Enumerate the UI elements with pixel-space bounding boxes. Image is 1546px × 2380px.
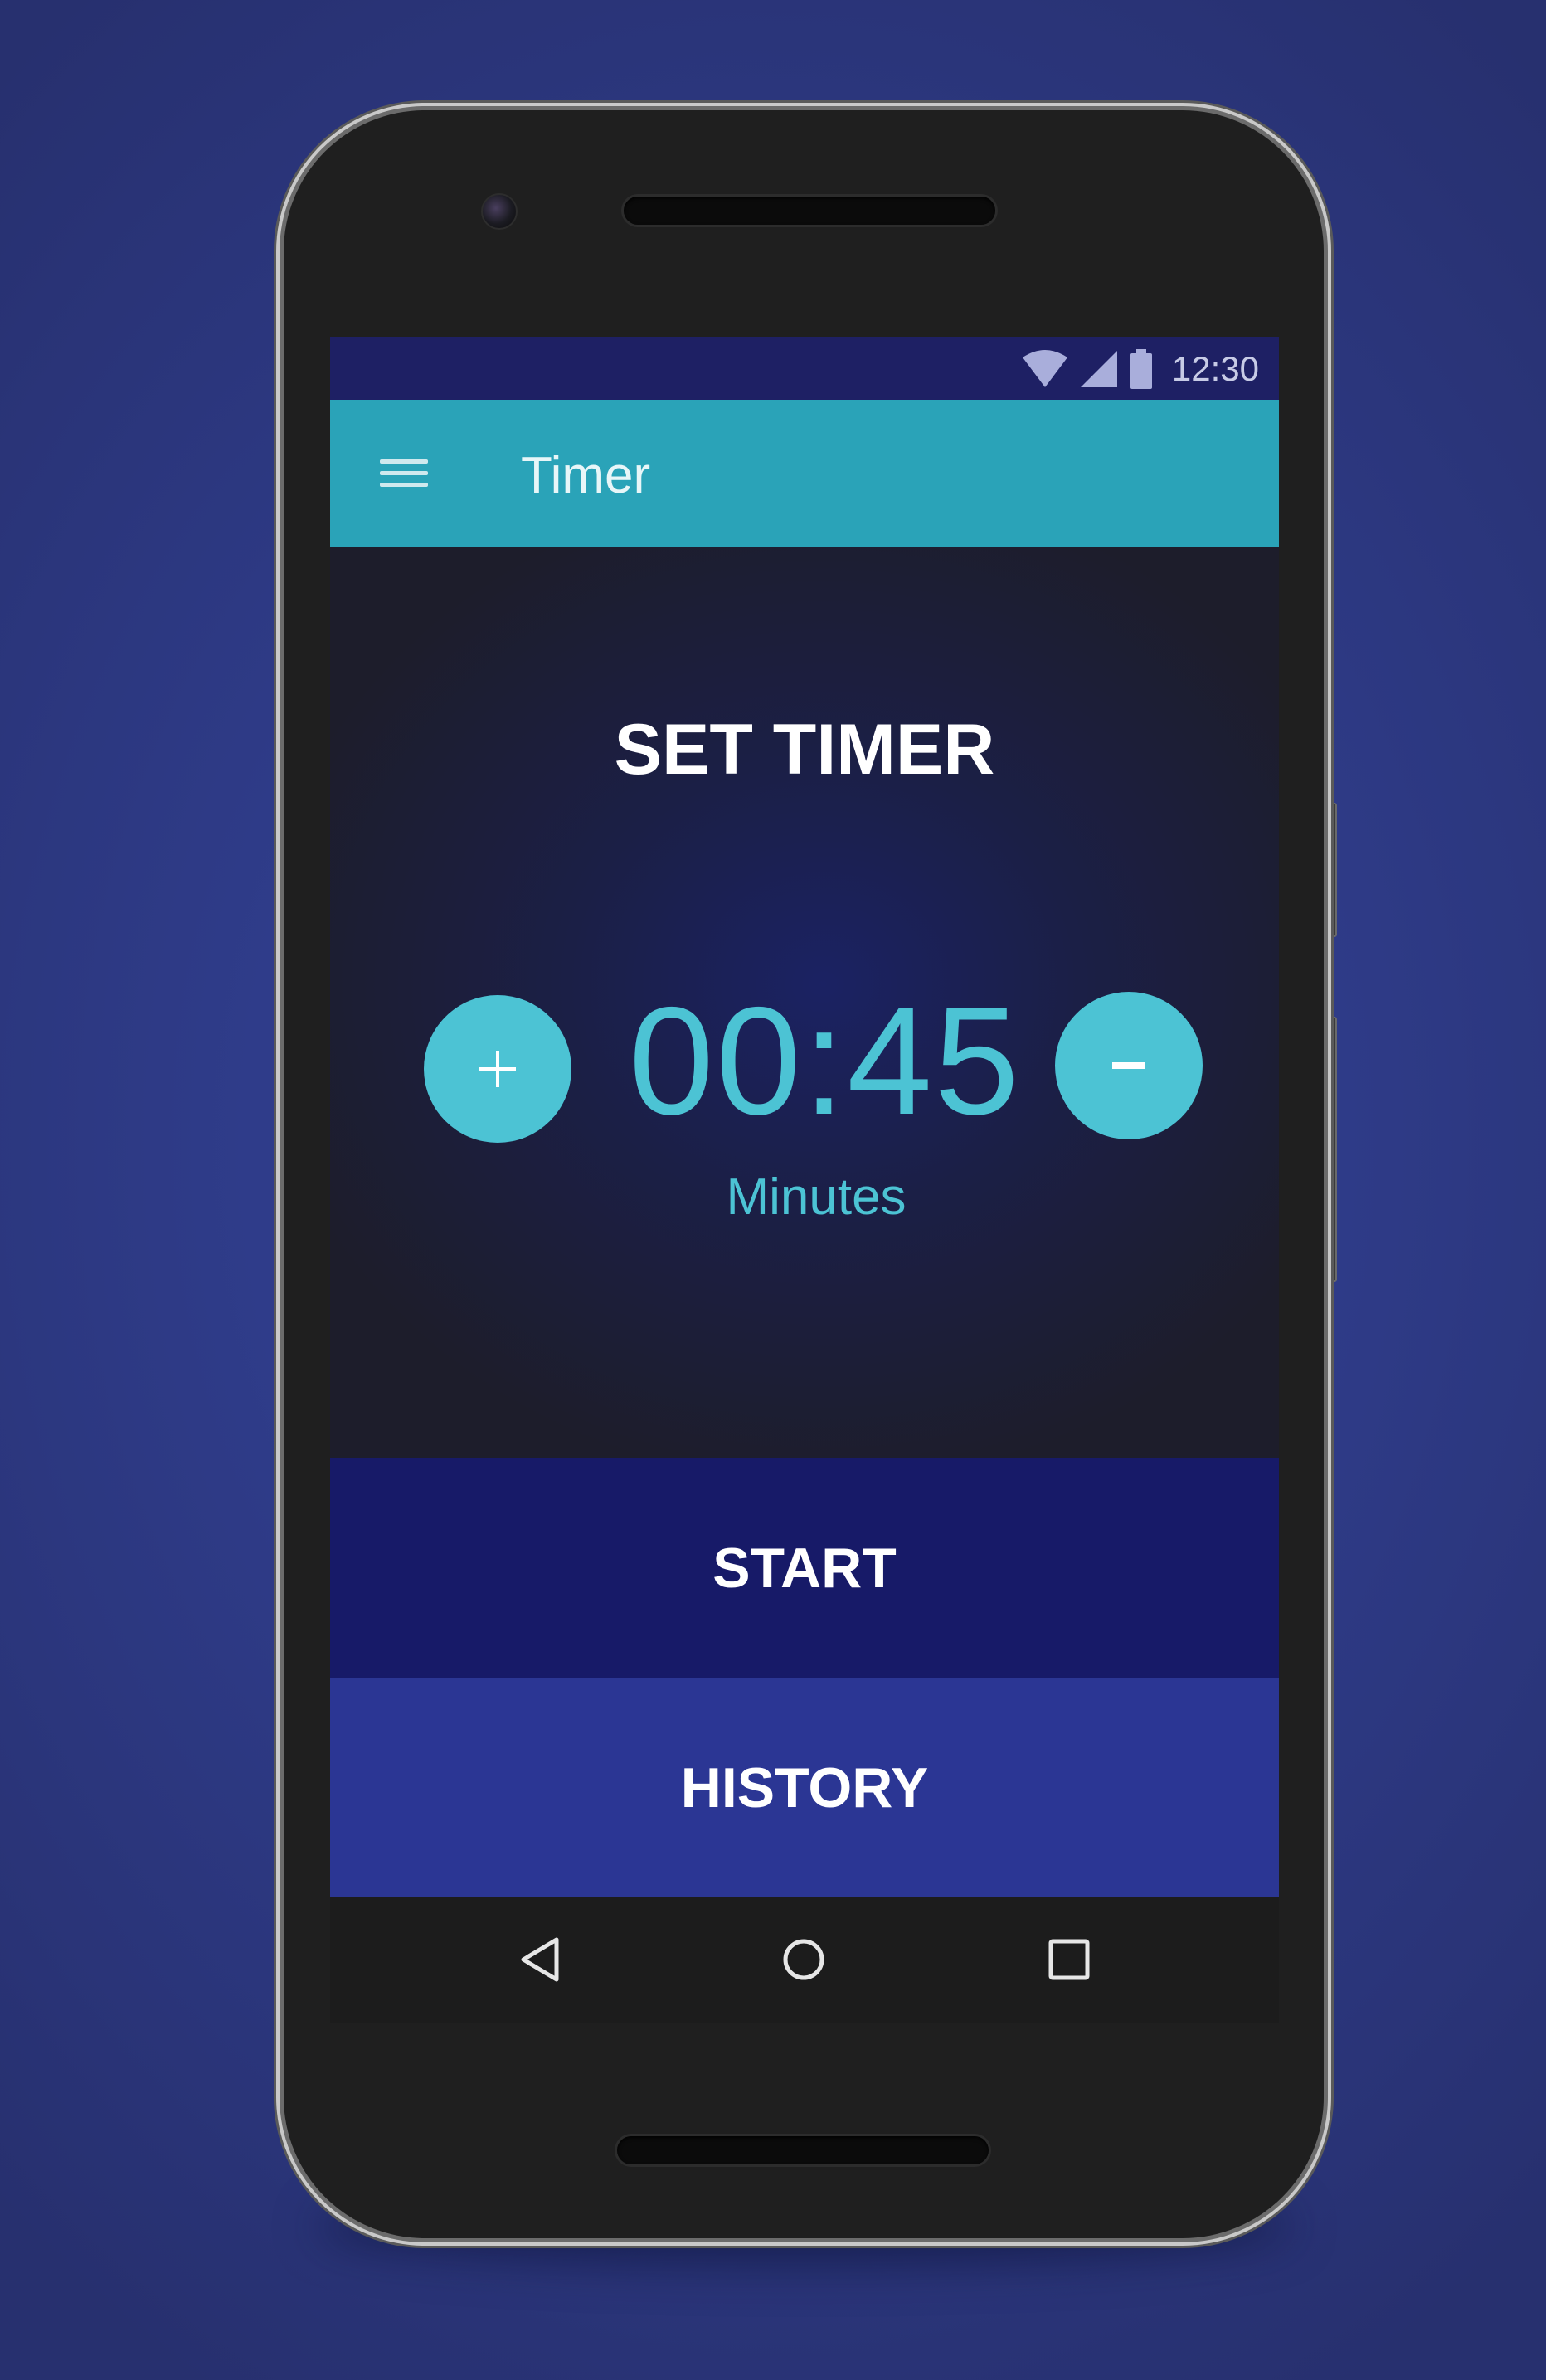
volume-button xyxy=(1324,1017,1337,1282)
back-triangle-icon[interactable] xyxy=(511,1931,569,1989)
power-button xyxy=(1324,803,1337,937)
app-bar: Timer xyxy=(330,400,1279,547)
timer-panel: SET TIMER 00:45 Minutes xyxy=(330,547,1279,1458)
minus-icon xyxy=(1112,1062,1145,1069)
signal-icon xyxy=(1080,351,1117,387)
wifi-icon xyxy=(1022,350,1067,387)
top-speaker xyxy=(624,197,995,225)
minutes-label: Minutes xyxy=(726,1168,907,1226)
plus-icon xyxy=(479,1051,516,1087)
start-button[interactable]: START xyxy=(330,1458,1279,1678)
screen: 12:30 Timer SET TIMER 00:45 Minutes STAR xyxy=(330,337,1279,2023)
history-button[interactable]: HISTORY xyxy=(330,1678,1279,1897)
status-icons: 12:30 xyxy=(1021,348,1259,390)
home-circle-icon[interactable] xyxy=(775,1931,833,1989)
hamburger-menu-icon[interactable] xyxy=(380,458,430,489)
recents-square-icon[interactable] xyxy=(1040,1931,1098,1989)
navigation-bar xyxy=(330,1897,1279,2023)
front-camera xyxy=(481,193,518,230)
set-timer-heading: SET TIMER xyxy=(614,710,995,789)
battery-icon xyxy=(1130,349,1152,389)
app-title: Timer xyxy=(521,447,651,504)
timer-value: 00:45 xyxy=(629,976,1021,1147)
bottom-speaker xyxy=(617,2136,989,2164)
status-bar: 12:30 xyxy=(330,337,1279,400)
increment-button[interactable] xyxy=(424,995,571,1143)
status-time: 12:30 xyxy=(1171,349,1259,388)
decrement-button[interactable] xyxy=(1055,992,1203,1139)
